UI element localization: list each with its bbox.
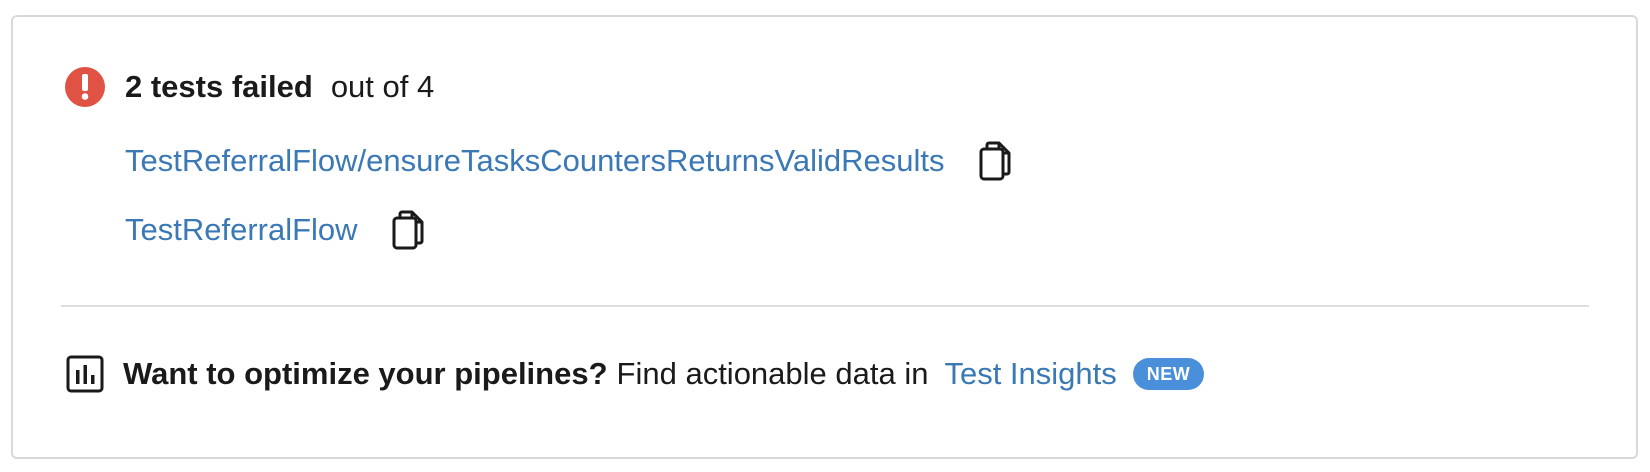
new-badge: NEW [1132,358,1205,390]
failed-test-link[interactable]: TestReferralFlow/ensureTasksCountersRetu… [125,143,945,179]
failed-test-link[interactable]: TestReferralFlow [125,212,358,248]
failed-count: 2 tests failed [125,69,313,104]
test-insights-link[interactable]: Test Insights [944,356,1116,392]
list-item: TestReferralFlow/ensureTasksCountersRetu… [125,139,1015,183]
bar-chart-icon [65,354,105,394]
list-item: TestReferralFlow [125,208,428,252]
test-results-panel: 2 tests failed out of 4 TestReferralFlow… [11,15,1638,459]
promo-headline: Want to optimize your pipelines? [123,356,608,391]
copy-icon[interactable] [388,208,428,252]
error-icon [65,67,105,107]
insights-promo: Want to optimize your pipelines? Find ac… [65,353,1205,395]
total-count: out of 4 [330,69,435,104]
copy-icon[interactable] [975,139,1015,183]
promo-text: Find actionable data in [616,356,929,391]
divider [61,305,1589,307]
test-summary: 2 tests failed out of 4 [65,67,434,107]
